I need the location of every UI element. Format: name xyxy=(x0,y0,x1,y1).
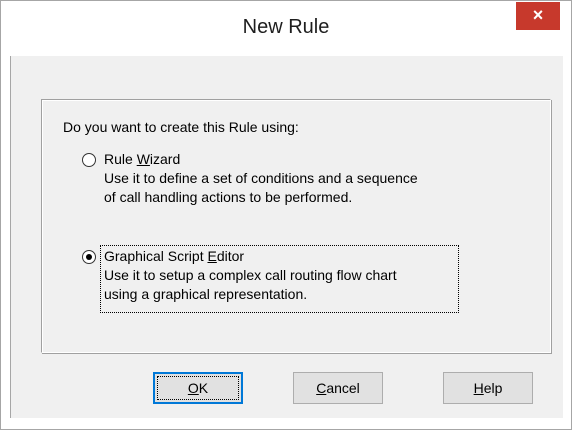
ok-accel: O xyxy=(187,380,199,396)
radio-selected-dot xyxy=(86,254,92,260)
question-label: Do you want to create this Rule using: xyxy=(63,119,299,135)
rule-wizard-label-accel: W xyxy=(136,151,150,167)
graphical-script-editor-description-line1: Use it to setup a complex call routing f… xyxy=(104,267,397,283)
cancel-rest: ancel xyxy=(326,380,360,396)
help-button[interactable]: Help xyxy=(443,372,533,404)
help-button-label: Help xyxy=(474,380,503,396)
close-button[interactable]: × xyxy=(516,2,560,30)
ok-rest: K xyxy=(198,380,209,396)
graphical-script-editor-label-accel: E xyxy=(207,248,217,264)
graphical-script-editor-label[interactable]: Graphical Script Editor xyxy=(104,247,244,265)
graphical-script-editor-label-suffix: ditor xyxy=(216,248,245,264)
graphical-script-editor-description-line2: using a graphical representation. xyxy=(104,286,308,302)
option-group-frame xyxy=(41,99,551,353)
ok-button[interactable]: OK xyxy=(153,372,243,404)
new-rule-dialog: New Rule × Do you want to create this Ru… xyxy=(0,0,572,430)
cancel-button-label: Cancel xyxy=(316,380,360,396)
rule-wizard-description-line1: Use it to define a set of conditions and… xyxy=(104,170,418,186)
graphical-script-editor-radio[interactable] xyxy=(82,250,96,264)
help-rest: elp xyxy=(483,380,503,396)
rule-wizard-label-suffix: izard xyxy=(149,151,181,167)
rule-wizard-label[interactable]: Rule Wizard xyxy=(104,150,180,168)
rule-wizard-label-prefix: Rule xyxy=(104,151,137,167)
close-icon: × xyxy=(532,5,544,25)
rule-wizard-radio[interactable] xyxy=(82,153,96,167)
rule-wizard-description-line2: of call handling actions to be performed… xyxy=(104,189,353,205)
dialog-client-area: Do you want to create this Rule using: R… xyxy=(10,56,563,418)
title-bar[interactable]: New Rule × xyxy=(1,1,571,38)
cancel-accel: C xyxy=(316,380,327,396)
help-accel: H xyxy=(473,380,484,396)
window-title: New Rule xyxy=(242,16,330,38)
graphical-script-editor-label-prefix: Graphical Script xyxy=(104,248,208,264)
ok-button-label: OK xyxy=(188,380,208,396)
cancel-button[interactable]: Cancel xyxy=(293,372,383,404)
